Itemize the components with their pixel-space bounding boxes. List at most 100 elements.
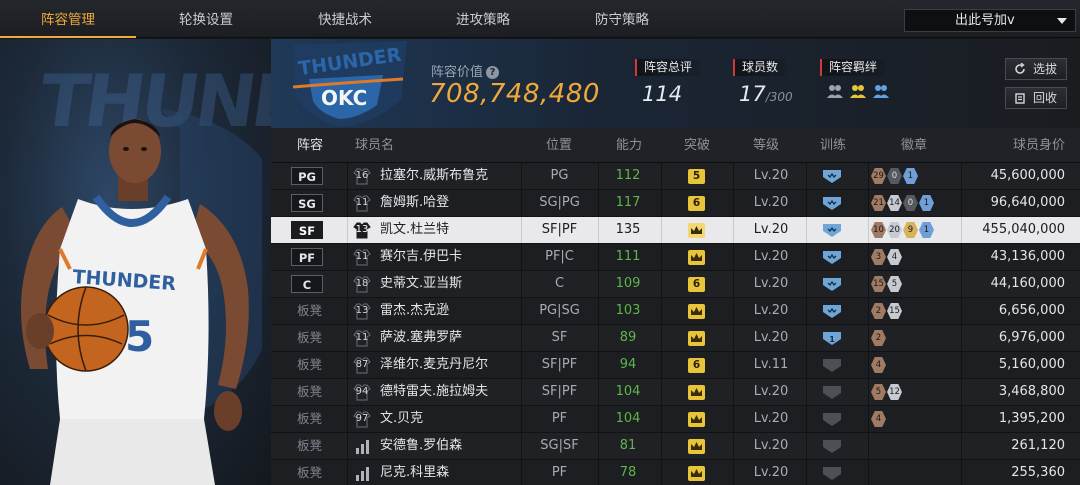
table-row[interactable]: PG 16 拉塞尔.威斯布鲁克 PG 112 5 Lv.20 29 0 1 45,600,000	[271, 163, 1080, 190]
player-level: Lv.20	[753, 168, 789, 183]
badge-list: 15 5	[871, 276, 902, 292]
badge-icon[interactable]: 4	[871, 357, 886, 373]
lineup-slot-badge[interactable]: SF	[291, 221, 323, 239]
badge-icon[interactable]: 1	[919, 222, 934, 238]
badge-icon[interactable]: 10	[871, 222, 886, 238]
badge-icon[interactable]: 5	[887, 276, 902, 292]
player-name[interactable]: 文.贝克	[380, 406, 423, 432]
player-name[interactable]: 萨波.塞弗罗萨	[380, 325, 462, 351]
jersey-number: 97	[355, 413, 369, 424]
lineup-slot-badge[interactable]: PF	[291, 248, 323, 266]
tab-offense-strategy[interactable]: 进攻策略	[414, 0, 552, 38]
player-name[interactable]: 泽维尔.麦克丹尼尔	[380, 352, 488, 378]
col-header-ability[interactable]: 能力	[616, 128, 642, 163]
badge-icon[interactable]: 15	[871, 276, 886, 292]
column-divider	[961, 325, 962, 351]
badge-icon[interactable]: 12	[887, 384, 902, 400]
badge-icon[interactable]: 4	[871, 411, 886, 427]
player-name[interactable]: 赛尔吉.伊巴卡	[380, 244, 462, 270]
column-divider	[661, 460, 662, 485]
badge-icon[interactable]: 1	[903, 168, 918, 184]
recycle-bin-icon	[1015, 93, 1025, 104]
lineup-slot-badge[interactable]: SG	[291, 194, 323, 212]
col-header-name[interactable]: 球员名	[355, 128, 394, 163]
column-divider	[806, 406, 807, 432]
col-header-slot[interactable]: 阵容	[297, 128, 323, 163]
account-dropdown[interactable]: 出此号加v	[904, 9, 1076, 32]
badge-icon[interactable]: 2	[871, 303, 886, 319]
badge-icon[interactable]: 0	[887, 168, 902, 184]
help-icon[interactable]: ?	[486, 66, 500, 79]
training-inactive-icon	[823, 440, 841, 453]
player-position: SF	[551, 330, 568, 345]
bond-group-icon-blue[interactable]	[872, 82, 890, 100]
table-row[interactable]: 板凳 97 文.贝克 PF 104 Lv.20 4 1,395,200	[271, 406, 1080, 433]
select-button[interactable]: 选拔	[1005, 58, 1067, 80]
badge-icon[interactable]: 15	[887, 303, 902, 319]
lineup-slot-badge[interactable]: C	[291, 275, 323, 293]
svg-text:1: 1	[829, 335, 835, 344]
table-row[interactable]: 板凳 13 雷杰.杰克逊 PG|SG 103 Lv.20 2 15 6,656,000	[271, 298, 1080, 325]
lineup-bond-box: 阵容羁绊	[820, 59, 890, 100]
player-name[interactable]: 拉塞尔.威斯布鲁克	[380, 163, 488, 189]
player-name[interactable]: 雷杰.杰克逊	[380, 298, 449, 324]
col-header-salary[interactable]: 球员身价	[1013, 128, 1065, 163]
column-divider	[347, 271, 348, 297]
table-row[interactable]: SF 13 凯文.杜兰特 SF|PF 135 Lv.20 10 20 9 1 455,040,000	[271, 217, 1080, 244]
player-ability: 104	[615, 384, 641, 399]
player-name[interactable]: 安德鲁.罗伯森	[380, 433, 462, 459]
badge-icon[interactable]: 2	[871, 330, 886, 346]
table-row[interactable]: PF 11 赛尔吉.伊巴卡 PF|C 111 Lv.20 3 4 43,136,000	[271, 244, 1080, 271]
badge-icon[interactable]: 14	[887, 195, 902, 211]
player-name[interactable]: 凯文.杜兰特	[380, 217, 449, 243]
col-header-training[interactable]: 训练	[820, 128, 846, 163]
badge-icon[interactable]: 5	[871, 384, 886, 400]
badge-icon[interactable]: 21	[871, 195, 886, 211]
table-row[interactable]: C 18 史蒂文.亚当斯 C 109 6 Lv.20 15 5 44,160,000	[271, 271, 1080, 298]
player-position: SF|PF	[541, 384, 578, 399]
col-header-level[interactable]: 等级	[753, 128, 779, 163]
table-row[interactable]: 板凳 尼克.科里森 PF 78 Lv.20 255,360	[271, 460, 1080, 485]
tab-quick-tactics[interactable]: 快捷战术	[276, 0, 414, 38]
badge-icon[interactable]: 9	[903, 222, 918, 238]
badge-list: 2 15	[871, 303, 902, 319]
tab-defense-strategy[interactable]: 防守策略	[552, 0, 692, 38]
player-name[interactable]: 詹姆斯.哈登	[380, 190, 449, 216]
lineup-slot: 板凳	[297, 384, 323, 399]
column-divider	[961, 190, 962, 216]
player-position: C	[554, 276, 565, 291]
player-salary: 5,160,000	[998, 357, 1065, 372]
training-inactive-icon	[823, 413, 841, 426]
column-divider	[661, 352, 662, 378]
col-header-breakthrough[interactable]: 突破	[684, 128, 710, 163]
badge-icon[interactable]: 3	[871, 249, 886, 265]
recycle-button[interactable]: 回收	[1005, 87, 1067, 109]
player-name[interactable]: 尼克.科里森	[380, 460, 449, 485]
table-row[interactable]: SG 11 詹姆斯.哈登 SG|PG 117 6 Lv.20 21 14 0 1 96,640,000	[271, 190, 1080, 217]
column-divider	[733, 244, 734, 270]
crown-icon	[688, 304, 705, 319]
table-row[interactable]: 板凳 87 泽维尔.麦克丹尼尔 SF|PF 94 6 Lv.11 4 5,160,000	[271, 352, 1080, 379]
table-row[interactable]: 板凳 94 德特雷夫.施拉姆夫 SF|PF 104 Lv.20 5 12 3,468,800	[271, 379, 1080, 406]
badge-icon[interactable]: 4	[887, 249, 902, 265]
col-header-badges[interactable]: 徽章	[901, 128, 927, 163]
player-salary: 96,640,000	[990, 195, 1065, 210]
badge-icon[interactable]: 1	[919, 195, 934, 211]
badge-icon[interactable]: 29	[871, 168, 886, 184]
tab-rotation-settings[interactable]: 轮换设置	[136, 0, 276, 38]
column-divider	[961, 298, 962, 324]
tab-lineup-management[interactable]: 阵容管理	[0, 0, 136, 38]
table-row[interactable]: 板凳 11 萨波.塞弗罗萨 SF 89 Lv.20 1 2 6,976,000	[271, 325, 1080, 352]
table-row[interactable]: 板凳 安德鲁.罗伯森 SG|SF 81 Lv.20 261,120	[271, 433, 1080, 460]
player-name[interactable]: 史蒂文.亚当斯	[380, 271, 462, 297]
training-icon	[823, 224, 841, 237]
lineup-slot: 板凳	[297, 411, 323, 426]
bond-group-icon-gold[interactable]	[849, 82, 867, 100]
bond-group-icon[interactable]	[826, 82, 844, 100]
player-name[interactable]: 德特雷夫.施拉姆夫	[380, 379, 488, 405]
badge-icon[interactable]: 20	[887, 222, 902, 238]
lineup-slot-badge[interactable]: PG	[291, 167, 323, 185]
col-header-position[interactable]: 位置	[546, 128, 572, 163]
column-divider	[733, 433, 734, 459]
badge-icon[interactable]: 0	[903, 195, 918, 211]
